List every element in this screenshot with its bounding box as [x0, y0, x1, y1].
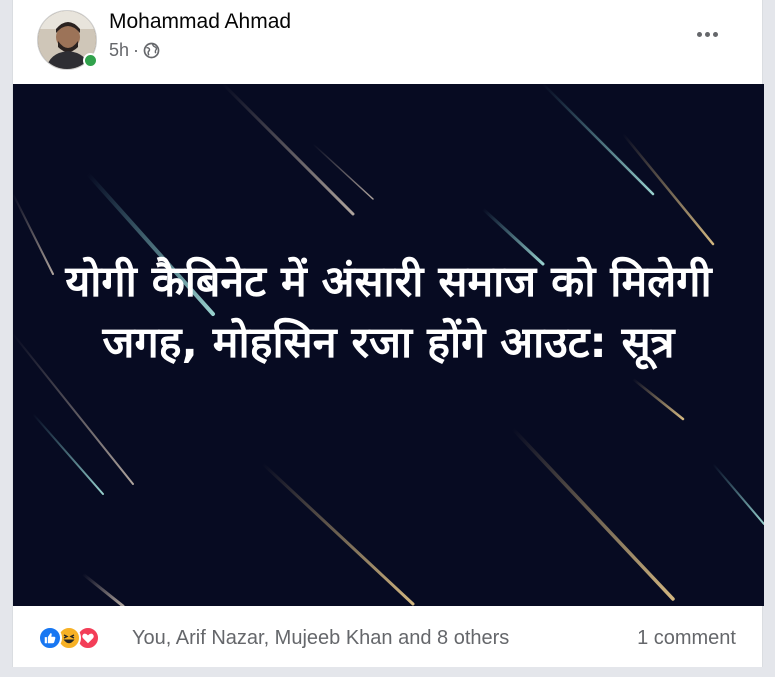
- globe-icon[interactable]: [143, 42, 160, 59]
- feed-background-strip: [0, 667, 775, 677]
- post-card: Mohammad Ahmad 5h · योगी कैबिनेट में अंस…: [12, 0, 764, 667]
- reaction-icons[interactable]: [38, 626, 100, 650]
- like-icon: [38, 626, 62, 650]
- post-footer: You, Arif Nazar, Mujeeb Khan and 8 other…: [13, 606, 762, 667]
- more-dot: [696, 31, 702, 37]
- more-options-icon[interactable]: [692, 22, 722, 46]
- more-dot: [704, 31, 710, 37]
- online-status-dot: [83, 53, 98, 68]
- author-name[interactable]: Mohammad Ahmad: [109, 10, 291, 34]
- post-meta: 5h ·: [109, 40, 160, 61]
- reaction-names-link[interactable]: You, Arif Nazar, Mujeeb Khan and 8 other…: [132, 627, 509, 650]
- post-header: Mohammad Ahmad 5h ·: [13, 0, 762, 84]
- comment-count-link[interactable]: 1 comment: [637, 627, 736, 650]
- author-avatar[interactable]: [37, 10, 98, 70]
- image-headline: योगी कैबिनेट में अंसारी समाज को मिलेगी ज…: [65, 257, 712, 368]
- post-image[interactable]: योगी कैबिनेट में अंसारी समाज को मिलेगी ज…: [13, 84, 764, 606]
- post-time[interactable]: 5h: [109, 40, 129, 61]
- meta-separator: ·: [133, 40, 140, 60]
- more-dot: [712, 31, 718, 37]
